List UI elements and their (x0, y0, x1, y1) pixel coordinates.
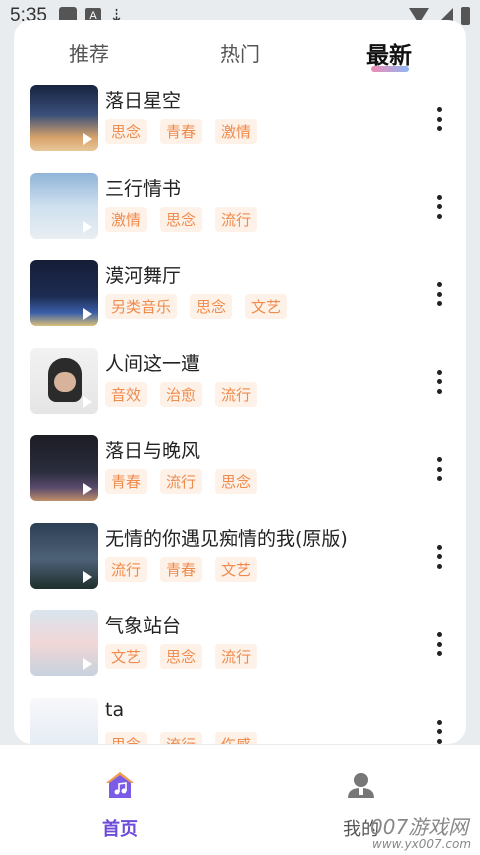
song-cover[interactable] (30, 172, 98, 239)
watermark-url: www.yx007.com (372, 837, 472, 851)
play-icon[interactable] (83, 483, 92, 495)
play-icon[interactable] (83, 395, 92, 408)
song-tag: 流行 (215, 644, 258, 669)
song-tag: 思念 (160, 644, 203, 669)
song-title: ta (105, 698, 125, 721)
song-tags: 青春 流行 思念 (105, 469, 258, 494)
song-cover[interactable] (30, 522, 98, 589)
song-list-item[interactable]: 无情的你遇见痴情的我(原版) 流行 青春 文艺 (14, 521, 466, 609)
song-list-item[interactable]: 人间这一遭 音效 治愈 流行 (14, 346, 466, 434)
song-tag: 伤感 (215, 731, 258, 744)
song-cover[interactable] (30, 697, 98, 744)
song-cover[interactable] (30, 85, 98, 151)
song-tag: 治愈 (160, 381, 203, 407)
profile-icon[interactable] (346, 770, 376, 800)
song-list-item[interactable]: 落日星空 思念 青春 激情 (14, 83, 466, 171)
play-icon[interactable] (83, 308, 92, 320)
song-tag: 激情 (215, 119, 258, 144)
more-options-icon[interactable] (436, 107, 442, 131)
song-tag: 流行 (160, 469, 203, 494)
bottom-nav: 首页 我的 007游戏网 www.yx007.com (0, 745, 480, 855)
tab-active-indicator (371, 66, 409, 72)
song-tag: 思念 (160, 206, 203, 232)
song-list-item[interactable]: 气象站台 文艺 思念 流行 (14, 608, 466, 696)
song-tags: 流行 青春 文艺 (105, 556, 258, 582)
song-tag: 流行 (105, 556, 148, 582)
song-tags: 激情 思念 流行 (105, 206, 258, 232)
song-list-item[interactable]: ta 思念 流行 伤感 (14, 696, 466, 744)
play-icon[interactable] (83, 133, 92, 145)
song-tags: 音效 治愈 流行 (105, 381, 258, 407)
song-list-item[interactable]: 落日与晚风 青春 流行 思念 (14, 433, 466, 521)
more-options-icon[interactable] (436, 194, 442, 219)
play-icon[interactable] (83, 220, 92, 233)
song-title: 落日与晚风 (105, 440, 201, 462)
song-tag: 流行 (215, 206, 258, 232)
more-options-icon[interactable] (436, 632, 442, 656)
play-icon[interactable] (83, 658, 92, 670)
song-list-item[interactable]: 漠河舞厅 另类音乐 思念 文艺 (14, 258, 466, 346)
home-music-icon[interactable] (104, 770, 136, 800)
song-title: 人间这一遭 (105, 352, 201, 375)
song-title: 漠河舞厅 (105, 265, 182, 287)
tab-hot[interactable]: 热门 (220, 38, 260, 67)
song-tag: 思念 (215, 469, 258, 494)
song-tag: 激情 (105, 206, 148, 232)
more-options-icon[interactable] (436, 719, 442, 744)
song-tag: 青春 (160, 119, 203, 144)
tab-bar: 推荐 热门 最新 (14, 32, 466, 82)
song-tags: 思念 青春 激情 (105, 119, 258, 144)
song-cover[interactable] (30, 260, 98, 326)
song-tag: 思念 (105, 119, 148, 144)
tab-recommend[interactable]: 推荐 (69, 38, 109, 67)
more-options-icon[interactable] (436, 457, 442, 481)
song-title: 三行情书 (105, 177, 182, 200)
song-tag: 流行 (215, 381, 258, 407)
song-tag: 思念 (105, 731, 148, 744)
battery-icon (461, 7, 470, 25)
song-tag: 青春 (160, 556, 203, 582)
song-tag: 文艺 (245, 294, 288, 319)
song-tag: 文艺 (215, 556, 258, 582)
song-tag: 流行 (160, 731, 203, 744)
play-icon[interactable] (83, 570, 92, 583)
song-cover[interactable] (30, 610, 98, 676)
song-tags: 文艺 思念 流行 (105, 644, 258, 669)
song-cover[interactable] (30, 347, 98, 414)
song-tags: 另类音乐 思念 文艺 (105, 294, 288, 319)
song-list-card: 推荐 热门 最新 落日星空 思念 青春 激情 三行情书 激情 思念 流行 漠河舞… (14, 20, 466, 744)
more-options-icon[interactable] (436, 544, 442, 569)
song-cover[interactable] (30, 435, 98, 501)
song-tag: 另类音乐 (105, 294, 178, 319)
song-list-item[interactable]: 三行情书 激情 思念 流行 (14, 171, 466, 259)
song-tag: 青春 (105, 469, 148, 494)
song-title: 气象站台 (105, 615, 182, 637)
song-tag: 音效 (105, 381, 148, 407)
song-tag: 文艺 (105, 644, 148, 669)
watermark: 007游戏网 (370, 815, 469, 839)
more-options-icon[interactable] (436, 369, 442, 394)
tab-latest[interactable]: 最新 (366, 36, 412, 70)
more-options-icon[interactable] (436, 282, 442, 306)
song-list: 落日星空 思念 青春 激情 三行情书 激情 思念 流行 漠河舞厅 另类音乐 思念… (14, 83, 466, 744)
song-title: 落日星空 (105, 90, 182, 112)
song-tags: 思念 流行 伤感 (105, 731, 258, 744)
nav-home-label[interactable]: 首页 (102, 815, 138, 841)
song-tag: 思念 (190, 294, 233, 319)
artist-face (54, 371, 76, 392)
song-title: 无情的你遇见痴情的我(原版) (105, 527, 348, 550)
